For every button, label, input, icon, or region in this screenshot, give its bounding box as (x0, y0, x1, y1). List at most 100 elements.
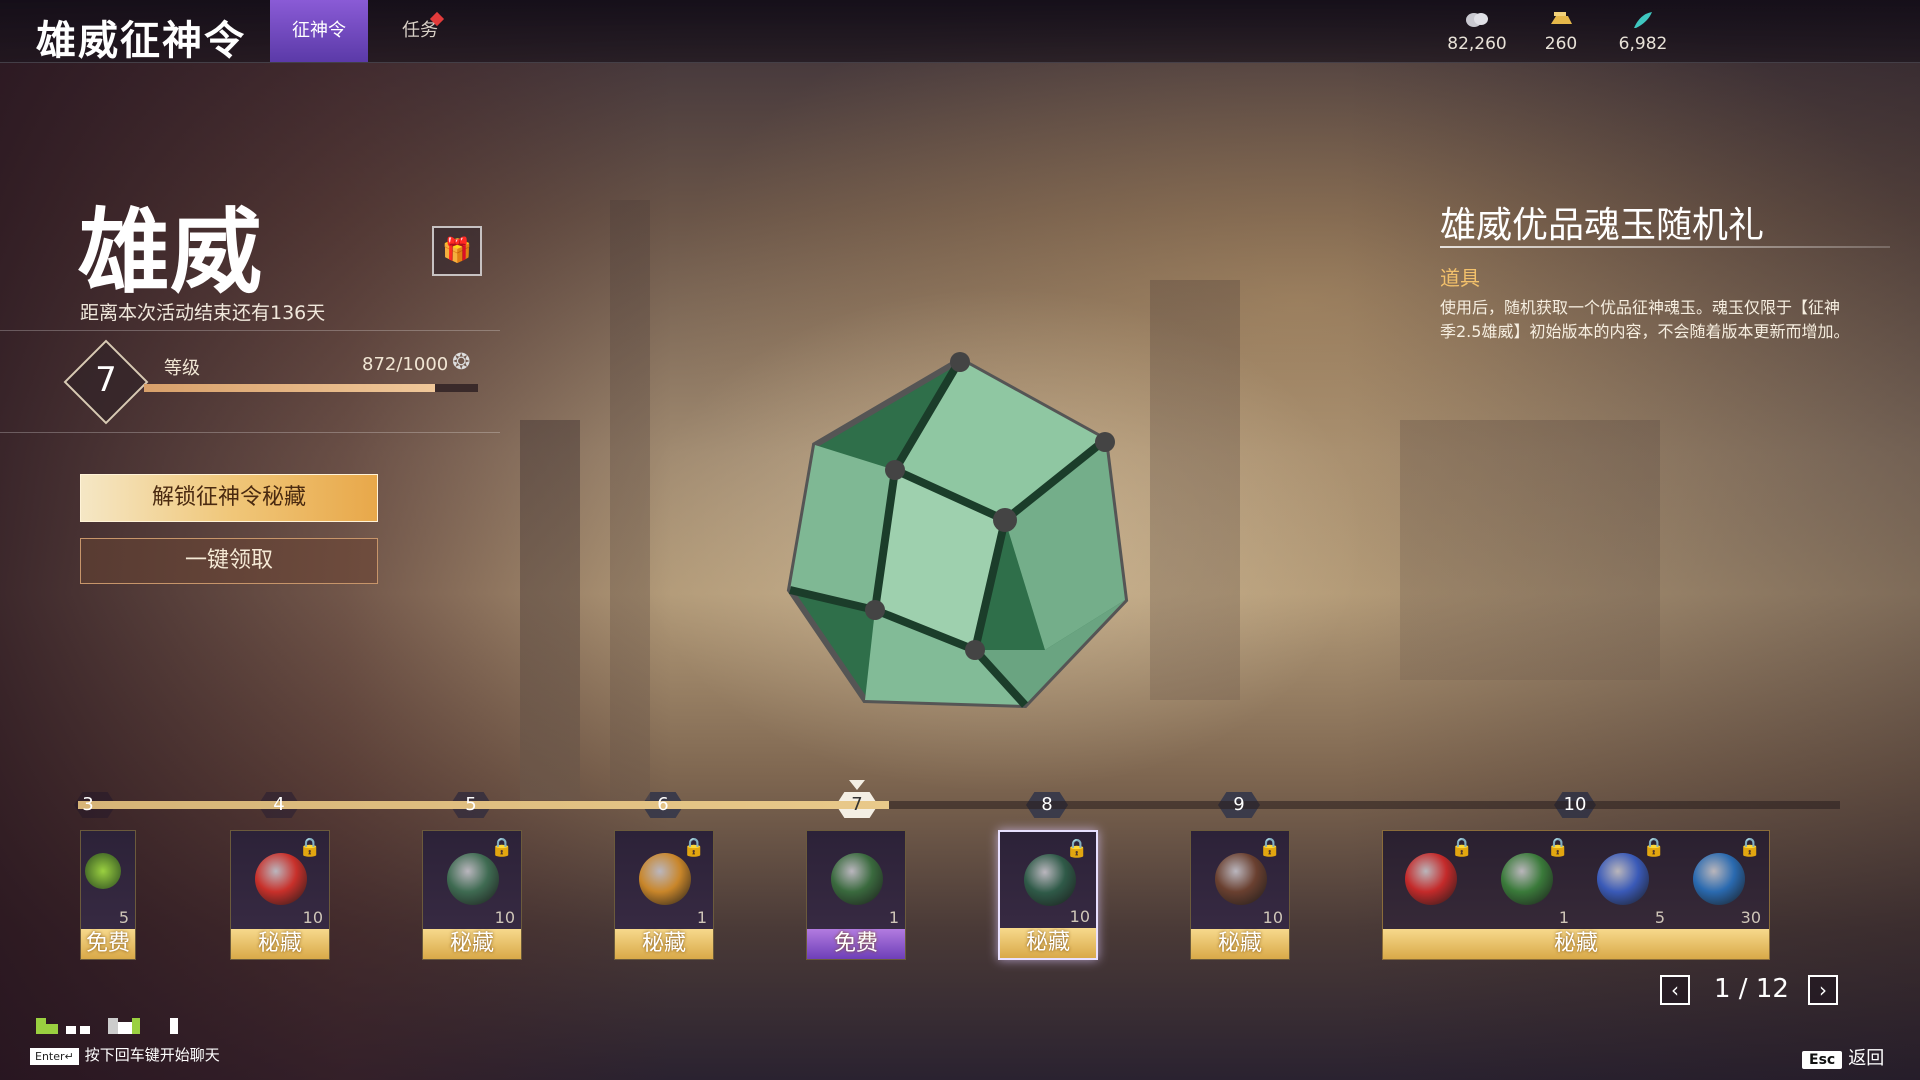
currency-feathers[interactable]: 6,982 (1598, 10, 1688, 54)
featured-item-dice-image (775, 350, 1145, 720)
gold-ingot-icon (1516, 10, 1606, 34)
reward-quantity: 5 (1654, 908, 1665, 927)
tab-tasks[interactable]: 任务 (390, 0, 450, 62)
divider (0, 432, 500, 433)
track-node-6: 6 (636, 792, 690, 818)
next-page-button[interactable]: › (1808, 975, 1838, 1005)
xp-text: 872/1000 (362, 354, 449, 375)
divider (0, 330, 500, 331)
currency-coins[interactable]: 82,260 (1432, 10, 1522, 54)
season-title: 雄威 (78, 198, 263, 306)
back-label: 返回 (1848, 1048, 1885, 1069)
reward-card-level-5[interactable]: 🔒 10 秘藏 (422, 830, 522, 960)
currency-coins-value: 82,260 (1447, 34, 1507, 54)
reward-item-icon (447, 853, 499, 905)
prev-page-button[interactable]: ‹ (1660, 975, 1690, 1005)
reward-caption: 秘藏 (1383, 929, 1769, 959)
lock-icon: 🔒 (682, 837, 705, 858)
track-node-9: 9 (1212, 792, 1266, 818)
item-title: 雄威优品魂玉随机礼 (1440, 205, 1765, 246)
lock-icon: 🔒 (298, 837, 321, 858)
feather-icon (1598, 10, 1688, 34)
xp-progress-fill (144, 384, 436, 392)
background-temple (1400, 420, 1660, 680)
reward-quantity: 1 (696, 908, 707, 927)
reward-quantity: 30 (1740, 908, 1761, 927)
unlock-premium-button[interactable]: 解锁征神令秘藏 (80, 474, 378, 522)
reward-item-icon (1215, 853, 1267, 905)
app-title: 雄威征神令 (36, 18, 246, 64)
reward-card-level-3[interactable]: 5 免费 (80, 830, 136, 960)
lock-icon: 🔒 (1258, 837, 1281, 858)
reward-quantity: 10 (302, 908, 323, 927)
reward-sub-item[interactable]: 🔒 5 (1575, 831, 1671, 931)
gift-icon: 🎁 (442, 236, 472, 264)
lock-icon: 🔒 (1738, 837, 1761, 858)
lock-icon: 🔒 (1065, 838, 1088, 859)
tab-battle-pass[interactable]: 征神令 (270, 0, 368, 62)
track-node-10: 10 (1548, 792, 1602, 818)
claim-all-button[interactable]: 一键领取 (80, 538, 378, 584)
reward-quantity: 5 (118, 908, 129, 927)
track-node-5: 5 (444, 792, 498, 818)
reward-caption: 秘藏 (231, 929, 329, 959)
item-description: 使用后，随机获取一个优品征神魂玉。魂玉仅限于【征神季2.5雄威】初始版本的内容，… (1440, 298, 1850, 341)
reward-quantity: 1 (1558, 908, 1569, 927)
reward-item-icon (1597, 853, 1649, 905)
background-pillar (610, 200, 650, 800)
xp-progress-bar (144, 384, 478, 392)
current-level-pointer-icon (849, 780, 865, 790)
reward-item-icon (1501, 853, 1553, 905)
background-pillar (1150, 280, 1240, 700)
chat-hint-text: 按下回车键开始聊天 (84, 1046, 220, 1064)
reward-caption: 免费 (807, 929, 905, 959)
reward-quantity: 10 (494, 908, 515, 927)
item-type: 道具 (1440, 266, 1480, 290)
gift-button[interactable]: 🎁 (432, 226, 482, 276)
reward-item-icon (1405, 853, 1457, 905)
reward-quantity: 10 (1262, 908, 1283, 927)
reward-caption: 秘藏 (615, 929, 713, 959)
enter-key-icon: Enter↵ (30, 1048, 79, 1065)
reward-card-level-9[interactable]: 🔒 10 秘藏 (1190, 830, 1290, 960)
esc-key-icon: Esc (1802, 1051, 1843, 1069)
back-button[interactable]: Esc 返回 (1802, 1044, 1884, 1070)
reward-sub-item[interactable]: 🔒 30 (1671, 831, 1767, 931)
reward-card-level-10[interactable]: 🔒 🔒 1 🔒 5 🔒 30 秘藏 (1382, 830, 1770, 960)
reward-card-level-6[interactable]: 🔒 1 秘藏 (614, 830, 714, 960)
coin-icon (1432, 10, 1522, 34)
chat-hint: Enter↵ 按下回车键开始聊天 (30, 1044, 220, 1065)
reward-sub-item[interactable]: 🔒 1 (1479, 831, 1575, 931)
player-name-pixelated (36, 1018, 186, 1034)
xp-flame-icon: ❂ (452, 350, 471, 375)
reward-item-icon (255, 853, 307, 905)
reward-card-level-4[interactable]: 🔒 10 秘藏 (230, 830, 330, 960)
reward-item-icon (85, 853, 121, 889)
reward-card-level-8[interactable]: 🔒 10 秘藏 (998, 830, 1098, 960)
lock-icon: 🔒 (490, 837, 513, 858)
item-title-underline (1440, 246, 1890, 248)
reward-item-icon (831, 853, 883, 905)
track-node-4: 4 (252, 792, 306, 818)
reward-caption: 秘藏 (1191, 929, 1289, 959)
event-countdown: 距离本次活动结束还有136天 (80, 302, 326, 324)
page-indicator: 1 / 12 (1714, 974, 1789, 1004)
reward-caption: 免费 (81, 929, 135, 959)
currency-ingots-value: 260 (1544, 34, 1578, 54)
reward-item-icon (1024, 854, 1076, 906)
track-node-7: 7 (830, 792, 884, 818)
currency-ingots[interactable]: 260 (1516, 10, 1606, 54)
level-number: 7 (95, 360, 117, 400)
background-pillar (520, 420, 580, 800)
lock-icon: 🔒 (1642, 837, 1665, 858)
currency-feathers-value: 6,982 (1618, 34, 1668, 54)
reward-quantity: 10 (1069, 907, 1090, 926)
reward-sub-item[interactable]: 🔒 (1383, 831, 1479, 931)
lock-icon: 🔒 (1546, 837, 1569, 858)
reward-item-icon (1693, 853, 1745, 905)
reward-item-icon (639, 853, 691, 905)
reward-caption: 秘藏 (1000, 928, 1096, 958)
level-label: 等级 (164, 358, 200, 379)
reward-card-level-7[interactable]: 1 免费 (806, 830, 906, 960)
reward-quantity: 1 (888, 908, 899, 927)
